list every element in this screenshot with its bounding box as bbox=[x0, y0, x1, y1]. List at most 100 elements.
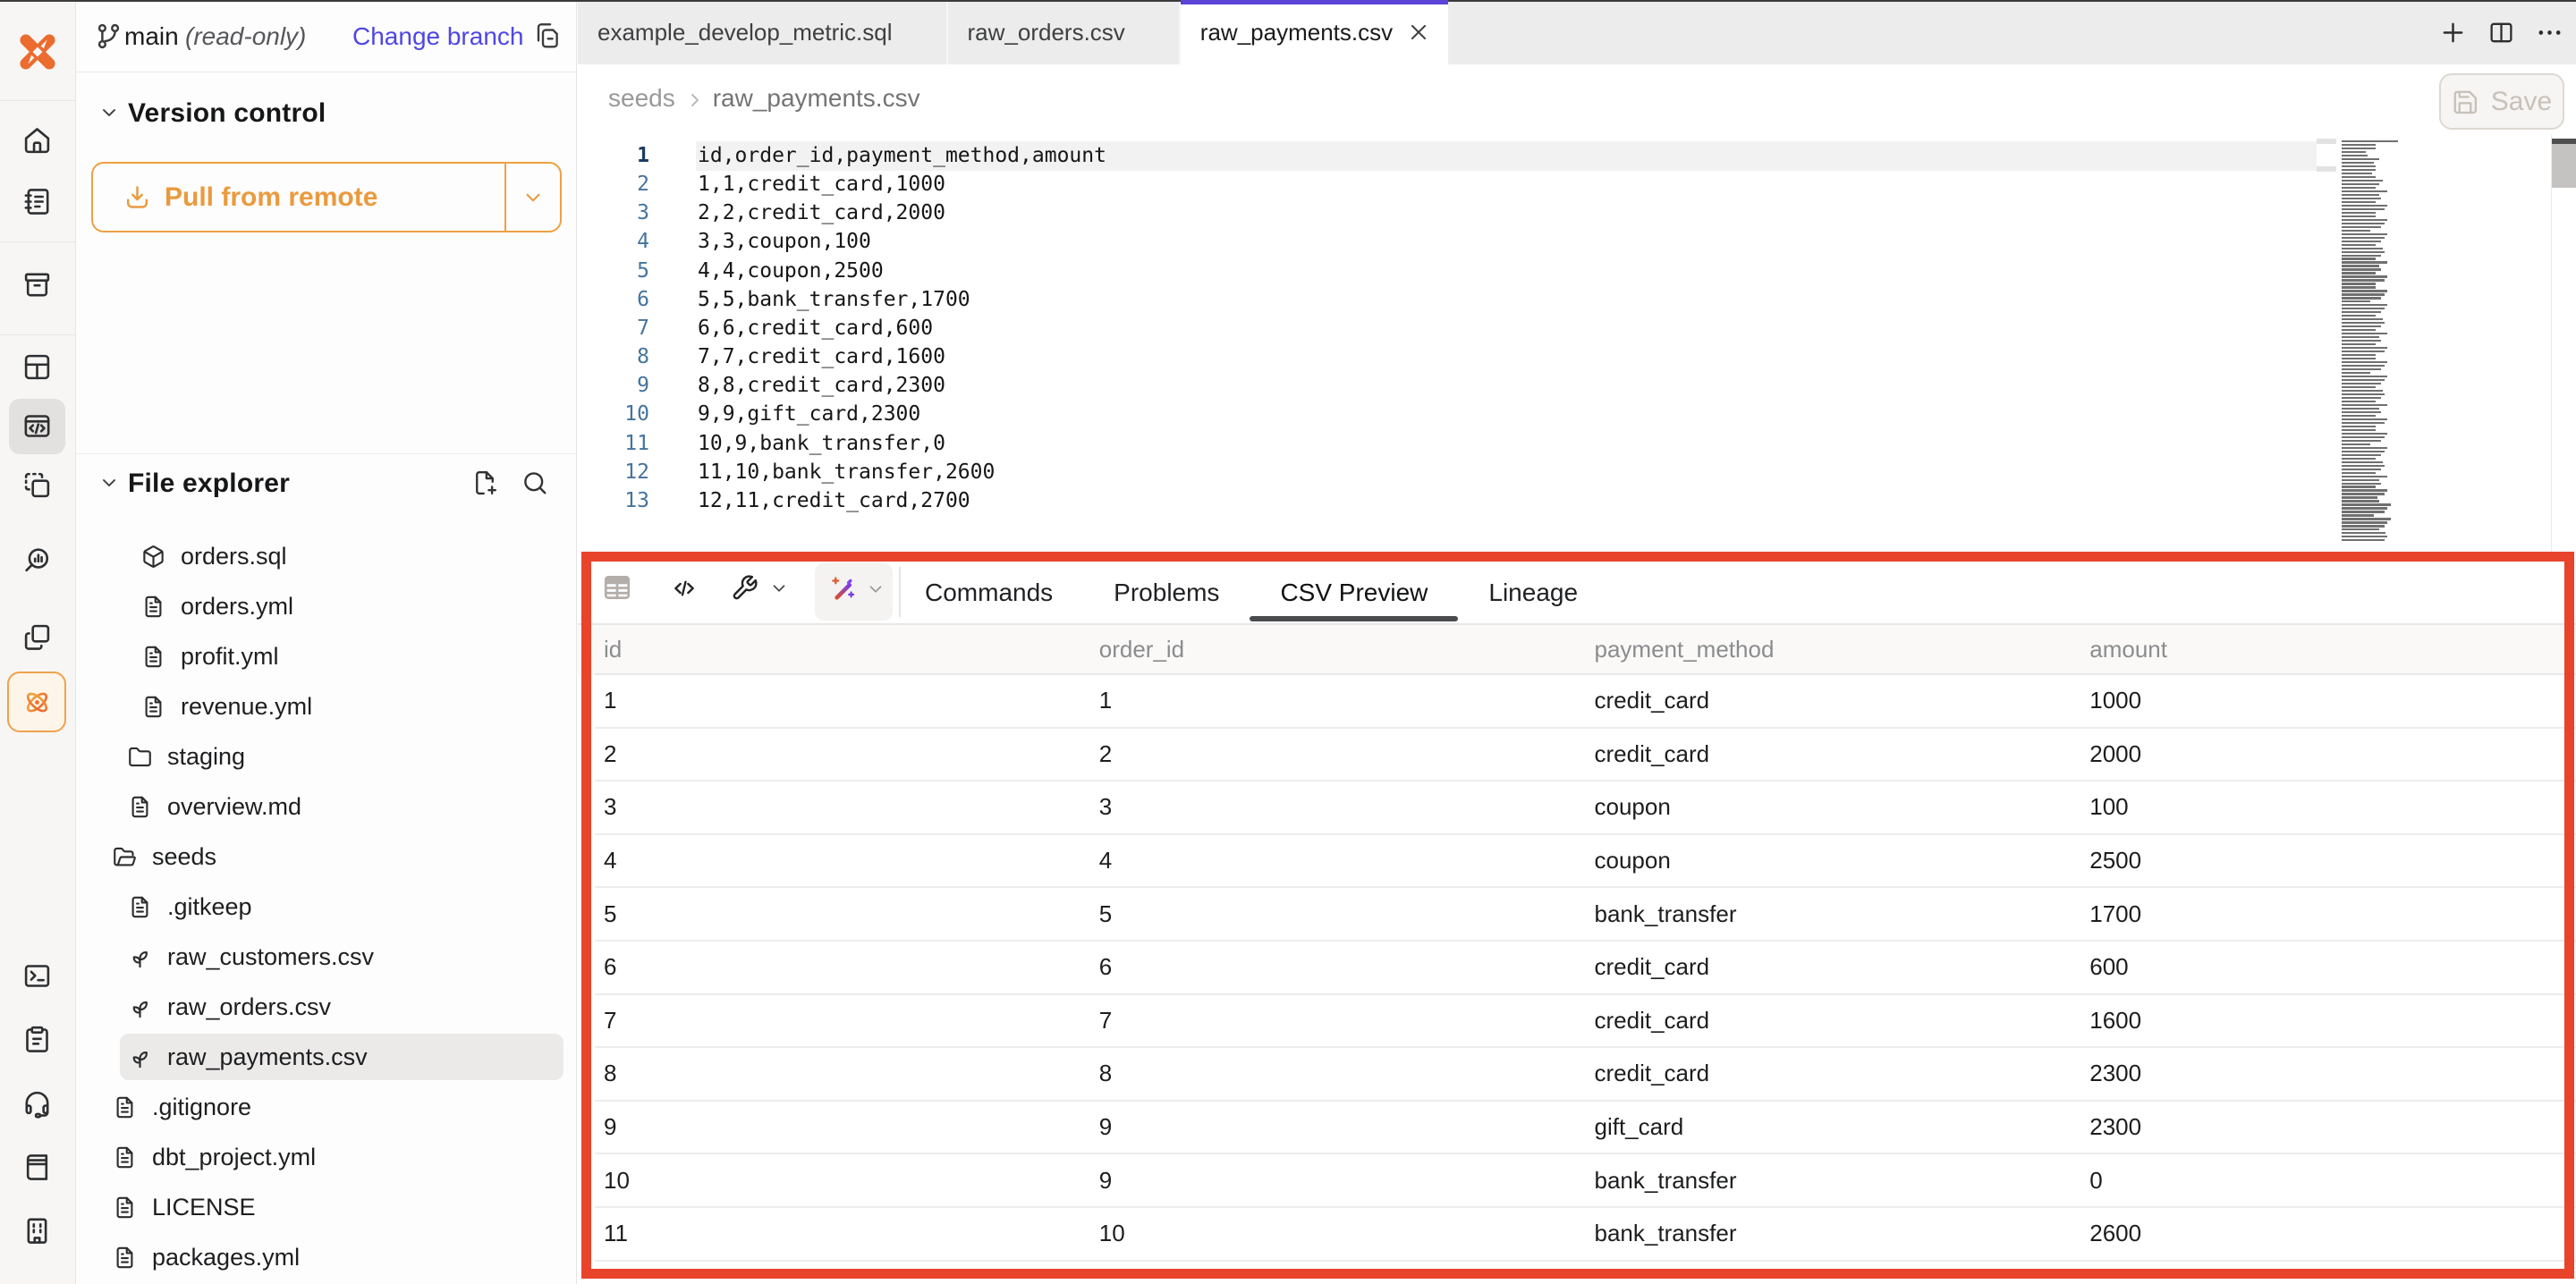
version-control-header[interactable]: Version control bbox=[76, 95, 576, 131]
file-item-.gitkeep[interactable]: .gitkeep bbox=[76, 882, 576, 932]
chevron-down-icon[interactable] bbox=[866, 579, 886, 599]
table-row-5[interactable]: 55bank_transfer1700 bbox=[595, 888, 2576, 942]
close-tab-icon[interactable] bbox=[1407, 21, 1430, 44]
external-window-icon[interactable] bbox=[22, 622, 52, 652]
atom-app-button[interactable] bbox=[7, 672, 66, 732]
scrollbar-thumb[interactable] bbox=[2552, 144, 2576, 188]
minimap-line bbox=[2342, 429, 2376, 431]
save-button[interactable]: Save bbox=[2439, 73, 2564, 130]
table-row-8[interactable]: 88credit_card2300 bbox=[595, 1048, 2576, 1102]
pull-main[interactable]: Pull from remote bbox=[93, 164, 504, 231]
split-editor-icon[interactable] bbox=[2488, 20, 2514, 46]
archive-icon[interactable] bbox=[22, 270, 52, 300]
magic-wand-icon[interactable] bbox=[828, 574, 857, 603]
table-cell: credit_card bbox=[1586, 995, 2081, 1047]
new-file-icon[interactable] bbox=[471, 469, 498, 496]
file-icon bbox=[113, 1095, 137, 1119]
file-item-revenue.yml[interactable]: revenue.yml bbox=[76, 681, 576, 731]
home-icon[interactable] bbox=[22, 126, 52, 156]
notebook-icon[interactable] bbox=[22, 187, 52, 216]
panel-tab-Commands[interactable]: Commands bbox=[894, 562, 1083, 623]
table-cell: credit_card bbox=[1586, 675, 2081, 727]
app-logo-icon[interactable] bbox=[16, 30, 59, 73]
more-options-icon[interactable] bbox=[2536, 19, 2563, 46]
editor-tab-example_develop_metric.sql[interactable]: example_develop_metric.sql bbox=[578, 0, 948, 64]
line-number: 7 bbox=[578, 314, 649, 342]
pull-options-caret[interactable] bbox=[506, 164, 560, 231]
minimap-line bbox=[2342, 514, 2374, 516]
terminal-icon[interactable] bbox=[22, 961, 52, 991]
clipboard-icon[interactable] bbox=[22, 1025, 52, 1054]
code-lines[interactable]: id,order_id,payment_method,amount1,1,cre… bbox=[698, 141, 1106, 515]
table-view-icon[interactable] bbox=[602, 572, 632, 603]
table-row-9[interactable]: 99gift_card2300 bbox=[595, 1102, 2576, 1155]
panel-tab-Lineage[interactable]: Lineage bbox=[1458, 562, 1608, 623]
table-row-7[interactable]: 77credit_card1600 bbox=[595, 995, 2576, 1049]
column-header-amount[interactable]: amount bbox=[2080, 625, 2576, 673]
table-row-10[interactable]: 109bank_transfer0 bbox=[595, 1154, 2576, 1208]
minimap-line bbox=[2342, 318, 2383, 320]
pull-from-remote-button[interactable]: Pull from remote bbox=[91, 162, 562, 232]
file-item-orders.sql[interactable]: orders.sql bbox=[76, 531, 576, 581]
panel-tab-label: Lineage bbox=[1488, 579, 1578, 607]
minimap-line bbox=[2342, 265, 2379, 266]
change-branch-link[interactable]: Change branch bbox=[352, 22, 523, 51]
editor-tab-raw_payments.csv[interactable]: raw_payments.csv bbox=[1181, 0, 1448, 64]
minimap-line bbox=[2342, 279, 2385, 281]
breadcrumb-folder[interactable]: seeds bbox=[608, 84, 675, 113]
data-search-icon[interactable] bbox=[22, 545, 52, 575]
tab-label: raw_payments.csv bbox=[1200, 19, 1393, 46]
column-header-payment_method[interactable]: payment_method bbox=[1586, 625, 2081, 673]
settings-wrench-icon[interactable] bbox=[731, 574, 758, 602]
bottom-panel: CommandsProblemsCSV Preview Lineage idord… bbox=[578, 553, 2576, 1284]
file-item-raw_payments.csv[interactable]: raw_payments.csv bbox=[76, 1032, 576, 1082]
code-line: 12,11,credit_card,2700 bbox=[698, 486, 1106, 515]
column-header-order_id[interactable]: order_id bbox=[1090, 625, 1586, 673]
code-editor[interactable]: 12345678910111213 id,order_id,payment_me… bbox=[578, 134, 2576, 553]
minimap-line bbox=[2342, 386, 2376, 388]
file-item-seeds[interactable]: seeds bbox=[76, 832, 576, 882]
code-editor-icon[interactable] bbox=[22, 411, 52, 441]
table-row-1[interactable]: 11credit_card1000 bbox=[595, 675, 2576, 729]
code-view-icon[interactable] bbox=[671, 575, 698, 602]
file-item-raw_orders.csv[interactable]: raw_orders.csv bbox=[76, 982, 576, 1032]
sidebar: main (read-only) Change branch Version c… bbox=[76, 0, 577, 1284]
file-item-overview.md[interactable]: overview.md bbox=[76, 781, 576, 832]
file-icon bbox=[128, 895, 152, 919]
table-row-6[interactable]: 66credit_card600 bbox=[595, 942, 2576, 995]
table-cell: credit_card bbox=[1586, 942, 2081, 993]
editor-tab-raw_orders.csv[interactable]: raw_orders.csv bbox=[948, 0, 1181, 64]
file-item-packages.yml[interactable]: packages.yml bbox=[76, 1232, 576, 1282]
table-row-3[interactable]: 33coupon100 bbox=[595, 781, 2576, 835]
file-item-dbt_project.yml[interactable]: dbt_project.yml bbox=[76, 1132, 576, 1182]
dashboard-grid-icon[interactable] bbox=[22, 352, 52, 382]
line-number: 9 bbox=[578, 371, 649, 400]
minimap-line bbox=[2342, 325, 2381, 327]
panel-tab-Problems[interactable]: Problems bbox=[1083, 562, 1250, 623]
file-item-orders.yml[interactable]: orders.yml bbox=[76, 581, 576, 631]
code-line: 9,9,gift_card,2300 bbox=[698, 400, 1106, 428]
minimap-line bbox=[2342, 226, 2381, 228]
column-header-id[interactable]: id bbox=[595, 625, 1090, 673]
file-item-raw_customers.csv[interactable]: raw_customers.csv bbox=[76, 932, 576, 982]
table-row-2[interactable]: 22credit_card2000 bbox=[595, 729, 2576, 782]
file-item-LICENSE[interactable]: LICENSE bbox=[76, 1182, 576, 1232]
save-button-label: Save bbox=[2491, 87, 2552, 117]
minimap[interactable] bbox=[2342, 140, 2408, 543]
copy-selection-icon[interactable] bbox=[22, 470, 52, 500]
docs-book-icon[interactable] bbox=[22, 1153, 52, 1182]
table-row-11[interactable]: 1110bank_transfer2600 bbox=[595, 1208, 2576, 1262]
table-row-4[interactable]: 44coupon2500 bbox=[595, 835, 2576, 889]
chevron-down-icon[interactable] bbox=[769, 579, 789, 598]
support-headset-icon[interactable] bbox=[22, 1089, 52, 1119]
search-files-icon[interactable] bbox=[521, 469, 548, 496]
copy-branch-icon[interactable] bbox=[534, 23, 561, 50]
organization-icon[interactable] bbox=[22, 1216, 52, 1246]
file-item-.gitignore[interactable]: .gitignore bbox=[76, 1082, 576, 1132]
minimap-line bbox=[2342, 148, 2376, 149]
minimap-line bbox=[2342, 426, 2376, 427]
panel-tab-CSV Preview[interactable]: CSV Preview bbox=[1250, 562, 1458, 623]
file-item-profit.yml[interactable]: profit.yml bbox=[76, 631, 576, 681]
new-tab-icon[interactable] bbox=[2439, 19, 2467, 46]
file-item-staging[interactable]: staging bbox=[76, 731, 576, 781]
